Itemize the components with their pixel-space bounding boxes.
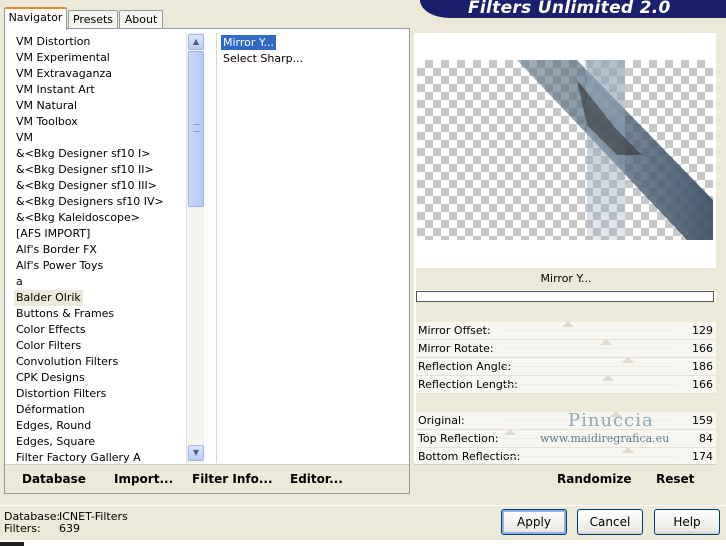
category-item[interactable]: a [14, 274, 25, 290]
footer-divider [0, 505, 726, 506]
slider-thumb[interactable] [562, 321, 574, 327]
control-value: 166 [692, 378, 713, 391]
filters-count: 639 [59, 522, 80, 535]
filters-info: Filters: 639 [4, 522, 80, 535]
scroll-down-button[interactable]: ▼ [188, 445, 204, 461]
category-item[interactable]: VM Instant Art [14, 82, 97, 98]
slider-thumb[interactable] [622, 447, 634, 453]
editor-button[interactable]: Editor... [290, 472, 343, 486]
category-item[interactable]: Balder Olrik [14, 290, 83, 306]
slider-thumb[interactable] [602, 375, 614, 381]
category-item[interactable]: Color Filters [14, 338, 83, 354]
category-item[interactable]: Alf's Power Toys [14, 258, 105, 274]
category-item[interactable]: [AFS IMPORT] [14, 226, 92, 242]
slider-track[interactable] [504, 375, 676, 385]
bottom-strip [0, 540, 726, 546]
filter-list[interactable]: Mirror Y... Select Sharp... [216, 33, 408, 463]
cancel-button[interactable]: Cancel [577, 509, 643, 535]
randomize-button[interactable]: Randomize [557, 472, 631, 486]
category-item[interactable]: VM Toolbox [14, 114, 80, 130]
slider-thumb[interactable] [622, 357, 634, 363]
help-button[interactable]: Help [654, 509, 720, 535]
filters-label: Filters: [4, 522, 41, 535]
scroll-thumb[interactable] [188, 51, 204, 207]
control-label: Mirror Rotate: [418, 342, 494, 355]
control-label: Original: [418, 414, 465, 427]
category-item[interactable]: Déformation [14, 402, 87, 418]
category-item[interactable]: Edges, Square [14, 434, 97, 450]
control-value: 186 [692, 360, 713, 373]
apply-button[interactable]: Apply [501, 509, 567, 535]
control-value: 174 [692, 450, 713, 463]
control-row[interactable]: Reflection Angle: 186 [416, 357, 716, 376]
slider-thumb[interactable] [600, 339, 612, 345]
category-item[interactable]: &<Bkg Designer sf10 II> [14, 162, 156, 178]
tab-presets[interactable]: Presets [68, 10, 118, 29]
import-button[interactable]: Import... [114, 472, 173, 486]
tab-navigator[interactable]: Navigator [4, 7, 67, 30]
database-button[interactable]: Database [22, 472, 86, 486]
category-list[interactable]: VM Distortion VM Experimental VM Extravaga… [8, 33, 204, 463]
category-item[interactable]: &<Bkg Designer sf10 I> [14, 146, 153, 162]
progress-bar [416, 291, 714, 302]
control-row[interactable]: Reflection Length: 166 [416, 375, 716, 394]
category-item[interactable]: Color Effects [14, 322, 88, 338]
filter-item[interactable]: Select Sharp... [221, 51, 305, 66]
preview-image [417, 60, 713, 240]
category-item[interactable]: VM Natural [14, 98, 79, 114]
category-item[interactable]: &<Bkg Kaleidoscope> [14, 210, 142, 226]
slider-track[interactable] [504, 447, 676, 457]
control-value: 129 [692, 324, 713, 337]
tab-about[interactable]: About [119, 10, 163, 29]
control-row[interactable]: Mirror Rotate: 166 [416, 339, 716, 358]
category-item[interactable]: Edges, Round [14, 418, 93, 434]
category-item[interactable]: Convolution Filters [14, 354, 120, 370]
category-item[interactable]: Alf's Border FX [14, 242, 99, 258]
slider-thumb[interactable] [504, 429, 516, 435]
category-item[interactable]: &<Bkg Designer sf10 III> [14, 178, 159, 194]
category-item[interactable]: VM Experimental [14, 50, 112, 66]
slider-track[interactable] [504, 357, 676, 367]
control-row[interactable]: Original: 159 [416, 411, 716, 430]
control-row[interactable]: Mirror Offset: 129 [416, 321, 716, 340]
watermark-site: www.maidiregrafica.eu [540, 432, 670, 445]
watermark-name: Pinuccia [568, 410, 654, 431]
category-item[interactable]: &<Bkg Designers sf10 IV> [14, 194, 166, 210]
preview-graphic [517, 60, 713, 240]
category-item[interactable]: VM Distortion [14, 34, 92, 50]
category-item[interactable]: CPK Designs [14, 370, 87, 386]
category-item[interactable]: VM Extravaganza [14, 66, 114, 82]
control-value: 159 [692, 414, 713, 427]
control-value: 84 [699, 432, 713, 445]
scroll-up-button[interactable]: ▲ [188, 34, 204, 50]
control-label: Reflection Angle: [418, 360, 512, 373]
filter-item[interactable]: Mirror Y... [221, 35, 276, 50]
control-value: 166 [692, 342, 713, 355]
filter-info-button[interactable]: Filter Info... [192, 472, 273, 486]
control-label: Reflection Length: [418, 378, 518, 391]
reset-button[interactable]: Reset [656, 472, 694, 486]
app-title: Filters Unlimited 2.0 [468, 0, 671, 18]
category-scrollbar[interactable]: ▲ ▼ [186, 33, 204, 463]
category-item[interactable]: Buttons & Frames [14, 306, 116, 322]
slider-track[interactable] [504, 339, 676, 349]
control-label: Top Reflection: [418, 432, 499, 445]
category-item[interactable]: VM [14, 130, 35, 146]
category-item[interactable]: Filter Factory Gallery A [14, 450, 143, 463]
slider-track[interactable] [504, 321, 676, 331]
preview-filter-name: Mirror Y... [416, 268, 716, 290]
category-item[interactable]: Distortion Filters [14, 386, 108, 402]
control-label: Mirror Offset: [418, 324, 491, 337]
